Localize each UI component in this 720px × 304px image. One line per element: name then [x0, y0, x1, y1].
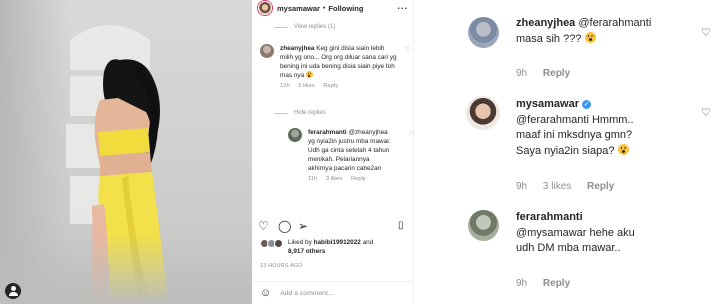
commenter-avatar[interactable] — [468, 210, 499, 241]
verified-badge-icon: ✓ — [582, 100, 591, 109]
post-panel: mysamawar • Following ... View replies (… — [252, 0, 414, 304]
commenter-avatar[interactable] — [466, 96, 500, 130]
liked-by-and: and — [360, 239, 374, 246]
commenter-avatar[interactable] — [260, 44, 274, 58]
liker-avatars — [260, 239, 286, 249]
liked-by-prefix: Liked by — [288, 239, 314, 246]
heart-outline-icon[interactable]: ♡ — [405, 46, 410, 53]
comment-age: 12h — [280, 83, 290, 89]
comment-meta: 11h 3 likes Reply — [308, 175, 394, 184]
comment-meta: 12h 5 likes Reply — [280, 82, 398, 91]
post-timestamp: 13 HOURS AGO — [260, 263, 303, 269]
separator-dot: • — [322, 4, 326, 12]
commenter-avatar[interactable] — [468, 17, 499, 48]
comment-text-line2: udh DM mba mawar.. — [516, 242, 621, 254]
comment-mention[interactable]: @mysamawar — [516, 227, 586, 239]
commenter-username[interactable]: zheanyjhea — [516, 17, 575, 29]
instagram-screenshot: mysamawar • Following ... View replies (… — [0, 0, 720, 304]
comment-text-line3: Saya nyia2in siapa? — [516, 144, 615, 157]
comment-meta: 9h 3 likes Reply — [516, 181, 627, 192]
author-avatar[interactable] — [258, 1, 272, 15]
reply-button[interactable]: Reply — [543, 278, 570, 289]
comment-text-line1: hehe aku — [589, 226, 635, 239]
comment-text-line2: maaf ini mksdnya gmn? — [516, 129, 633, 141]
commenter-username[interactable]: zheanyjhea — [280, 45, 314, 52]
comment-icon[interactable]: ◯ — [278, 219, 291, 233]
commenter-username[interactable]: ferarahmanti — [308, 129, 347, 136]
hide-replies-label: Hide replies — [294, 110, 326, 116]
post-actions: ♡ ◯ ➢ ▯ — [258, 219, 408, 233]
photo-floor — [0, 234, 252, 304]
comment-likes[interactable]: 3 likes — [543, 181, 571, 192]
comment-likes[interactable]: 5 likes — [298, 83, 314, 89]
more-options-icon[interactable]: ... — [397, 2, 408, 11]
commenter-username[interactable]: ferarahmanti — [516, 211, 583, 223]
liked-by: Liked by habibi19912022 and 8,917 others — [260, 239, 373, 256]
comment-meta: 9h Reply — [516, 68, 583, 79]
zoomed-comments: zheanyjhea @ferarahmanti masa sih ??? 9h… — [414, 0, 720, 304]
emoji-icon — [305, 71, 313, 78]
reply-button[interactable]: Reply — [587, 181, 614, 192]
reply-button[interactable]: Reply — [543, 68, 570, 79]
bookmark-icon[interactable]: ▯ — [398, 219, 404, 233]
emoji-icon — [584, 31, 596, 43]
liked-by-text: Liked by habibi19912022 and 8,917 others — [288, 239, 373, 256]
liker-avatar — [274, 239, 283, 248]
emoji-icon[interactable]: ☺ — [260, 287, 271, 299]
paper-plane-icon[interactable]: ➢ — [298, 219, 308, 233]
comment-text: masa sih ??? — [516, 32, 582, 45]
comment-age: 9h — [516, 181, 528, 192]
following-button[interactable]: Following — [328, 4, 363, 13]
commenter-username[interactable]: mysamawar — [516, 98, 579, 110]
heart-outline-icon[interactable]: ♡ — [701, 106, 711, 119]
comment: ferarahmanti @zheanyjhea yg nyia2in just… — [288, 128, 414, 184]
comment-mention[interactable]: @ferarahmanti — [578, 17, 651, 29]
commenter-avatar[interactable] — [288, 128, 302, 142]
comment-age: 9h — [516, 68, 528, 79]
comment-text-line1: Hmmm.. — [591, 113, 634, 126]
reply-line — [274, 26, 288, 28]
comment-text-block: mysamawar ✓ @ferarahmanti Hmmm.. maaf ini… — [516, 97, 634, 159]
comment-age: 11h — [308, 176, 318, 182]
view-replies-label: View replies (1) — [294, 24, 336, 30]
post-header: mysamawar • Following ... — [252, 0, 414, 16]
comment-likes[interactable]: 3 likes — [326, 176, 342, 182]
emoji-icon — [617, 143, 629, 155]
hide-replies-link[interactable]: Hide replies — [274, 110, 326, 116]
add-comment-input[interactable]: Add a comment... — [280, 290, 333, 297]
liked-by-others[interactable]: 8,917 others — [288, 248, 325, 255]
heart-outline-icon[interactable]: ♡ — [701, 26, 711, 39]
comment-text-block: zheanyjhea @ferarahmanti masa sih ??? — [516, 16, 651, 47]
reply-line — [274, 112, 288, 114]
view-replies-link[interactable]: View replies (1) — [274, 24, 335, 30]
comment-text-block: ferarahmanti @mysamawar hehe aku udh DM … — [516, 210, 635, 257]
comment-age: 9h — [516, 278, 528, 289]
liked-by-user[interactable]: habibi19912022 — [314, 239, 361, 246]
comment-meta: 9h Reply — [516, 278, 583, 289]
reply-button[interactable]: Reply — [323, 83, 338, 89]
heart-outline-icon[interactable]: ♡ — [258, 219, 269, 233]
comment-mention[interactable]: @ferarahmanti — [516, 114, 589, 126]
profile-icon[interactable] — [5, 283, 21, 299]
comment: zheanyjhea Keg gini disia siain lebih mi… — [260, 44, 410, 91]
add-comment-bar: ☺ Add a comment... — [252, 281, 414, 304]
reply-button[interactable]: Reply — [351, 176, 366, 182]
author-username[interactable]: mysamawar — [277, 4, 320, 13]
post-photo[interactable] — [0, 0, 252, 304]
